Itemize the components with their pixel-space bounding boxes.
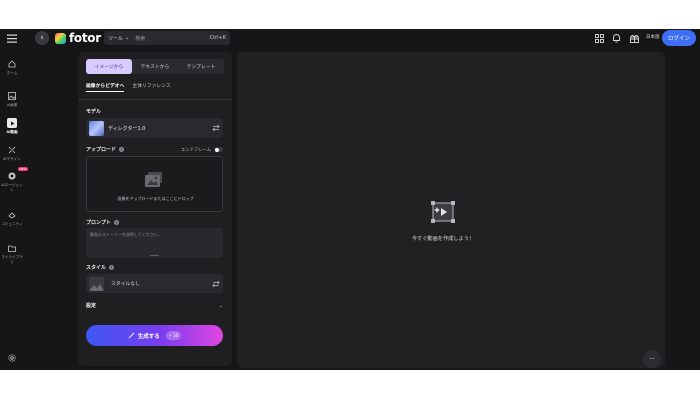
- rail-item-community[interactable]: コミュニティ: [0, 210, 24, 227]
- switch-icon[interactable]: [212, 124, 220, 132]
- language-button[interactable]: 日本語: [646, 34, 660, 40]
- help-icon[interactable]: ?: [109, 265, 115, 270]
- agent-icon: NEW: [7, 167, 29, 181]
- rail-item-label: マイライブラリ: [1, 255, 23, 264]
- mode-tabs: イメージから テキストから テンプレート: [86, 59, 224, 74]
- credit-count: 10: [173, 333, 179, 338]
- home-icon: [7, 59, 17, 69]
- rail-item-label: AI画像: [6, 103, 18, 107]
- model-label: モデル: [86, 109, 102, 115]
- style-select[interactable]: スタイルなし: [86, 274, 223, 293]
- design-icon: [7, 145, 17, 155]
- upload-images-icon: [145, 172, 165, 188]
- generation-panel: イメージから テキストから テンプレート 画像からビデオへ 主体リファレンス モ…: [78, 52, 232, 366]
- upload-label-text: アップロード: [86, 147, 117, 153]
- back-icon[interactable]: ‹: [35, 31, 49, 45]
- rail-item-ai-image[interactable]: AI画像: [0, 91, 24, 108]
- style-name: スタイルなし: [111, 282, 140, 287]
- upload-label: アップロード ?: [86, 146, 125, 153]
- endframe-option: エンドフレーム: [181, 147, 223, 153]
- preview-canvas: 今すぐ動画を作成しよう！: [237, 52, 665, 368]
- video-placeholder-icon: [431, 201, 455, 223]
- tab-image-to-video[interactable]: 画像からビデオへ: [86, 82, 125, 92]
- rail-item-ai-agent[interactable]: NEW AIエージェント: [0, 167, 29, 192]
- rail-item-label: AI動画: [6, 130, 18, 134]
- app-window: ‹ fotor ツール ⌄ 検索 Ctrl+K 日本語 ログイン ホーム AI画…: [0, 29, 700, 370]
- gear-icon: [7, 353, 17, 363]
- upload-hint: 画像をアップロードまたはここにドロップ: [117, 196, 194, 201]
- rail-item-label: ホーム: [6, 71, 18, 75]
- community-icon: [7, 210, 17, 220]
- logo[interactable]: fotor: [55, 31, 101, 45]
- rail-settings[interactable]: [0, 353, 24, 363]
- video-icon: [7, 118, 17, 128]
- credit-icon: ⚡: [168, 333, 172, 338]
- help-icon[interactable]: ?: [113, 220, 119, 225]
- rail-item-label: AIエージェント: [1, 183, 23, 192]
- chevron-down-icon[interactable]: ⌄: [219, 303, 223, 309]
- apps-icon[interactable]: [593, 32, 605, 44]
- image-icon: [7, 91, 17, 101]
- prompt-placeholder: 動画のストーリーを説明してください...: [90, 232, 162, 237]
- tab-from-text[interactable]: テキストから: [132, 59, 178, 74]
- endframe-toggle[interactable]: [214, 147, 223, 152]
- model-name: ディレクター1.0: [108, 125, 146, 132]
- rail-item-label: コミュニティ: [1, 222, 23, 226]
- empty-state-message: 今すぐ動画を作成しよう！: [411, 236, 475, 242]
- tab-template[interactable]: テンプレート: [178, 59, 224, 74]
- rail-item-ai-design[interactable]: AIデザイン: [0, 145, 24, 162]
- chevron-down-icon[interactable]: ⌄: [125, 35, 129, 41]
- divider: [78, 99, 232, 100]
- rail-item-ai-video[interactable]: AI動画: [0, 118, 24, 135]
- help-icon[interactable]: ?: [119, 147, 125, 152]
- prompt-textarea[interactable]: 動画のストーリーを説明してください...: [86, 228, 223, 258]
- settings-label: 設定: [86, 303, 97, 309]
- model-select[interactable]: ディレクター1.0: [86, 118, 223, 138]
- new-badge: NEW: [18, 167, 29, 171]
- top-bar: ‹ fotor ツール ⌄ 検索 Ctrl+K 日本語 ログイン: [0, 29, 700, 47]
- menu-icon[interactable]: [6, 32, 18, 44]
- generate-button[interactable]: 生成する ⚡ 10: [86, 325, 223, 346]
- login-button[interactable]: ログイン: [662, 30, 696, 46]
- rail-item-library[interactable]: マイライブラリ: [0, 243, 24, 264]
- tool-filter-label[interactable]: ツール: [108, 35, 123, 42]
- left-rail: ホーム AI画像 AI動画 AIデザイン NEW AIエージェント コミュニティ…: [0, 47, 29, 370]
- endframe-label: エンドフレーム: [181, 147, 211, 153]
- upload-dropzone[interactable]: 画像をアップロードまたはここにドロップ: [86, 156, 223, 212]
- upload-header: アップロード ? エンドフレーム: [86, 146, 223, 153]
- tab-from-image[interactable]: イメージから: [86, 59, 132, 74]
- settings-toggle[interactable]: 設定 ⌄: [86, 302, 223, 310]
- search-shortcut: Ctrl+K: [209, 35, 226, 41]
- search-input[interactable]: 検索: [135, 35, 209, 42]
- credit-chip: ⚡ 10: [165, 331, 182, 340]
- magic-wand-icon: [128, 332, 135, 339]
- logo-text: fotor: [69, 31, 101, 45]
- switch-icon[interactable]: [212, 280, 220, 288]
- sub-tabs: 画像からビデオへ 主体リファレンス: [86, 82, 171, 92]
- style-label: スタイル ?: [86, 264, 115, 271]
- prompt-label: プロンプト ?: [86, 219, 119, 226]
- gift-icon[interactable]: [628, 32, 640, 44]
- style-label-text: スタイル: [86, 265, 107, 271]
- logo-mark: [55, 32, 66, 44]
- more-options-icon[interactable]: ···: [643, 350, 661, 368]
- bell-icon[interactable]: [610, 32, 622, 44]
- folder-icon: [7, 243, 17, 253]
- model-thumbnail: [89, 120, 104, 136]
- generate-label: 生成する: [137, 333, 160, 340]
- resize-handle[interactable]: [150, 255, 159, 256]
- tab-subject-reference[interactable]: 主体リファレンス: [132, 82, 170, 92]
- search-bar[interactable]: ツール ⌄ 検索 Ctrl+K: [104, 31, 230, 45]
- style-thumbnail: [89, 276, 104, 291]
- rail-item-home[interactable]: ホーム: [0, 59, 24, 76]
- rail-item-label: AIデザイン: [3, 157, 21, 161]
- prompt-label-text: プロンプト: [86, 220, 111, 226]
